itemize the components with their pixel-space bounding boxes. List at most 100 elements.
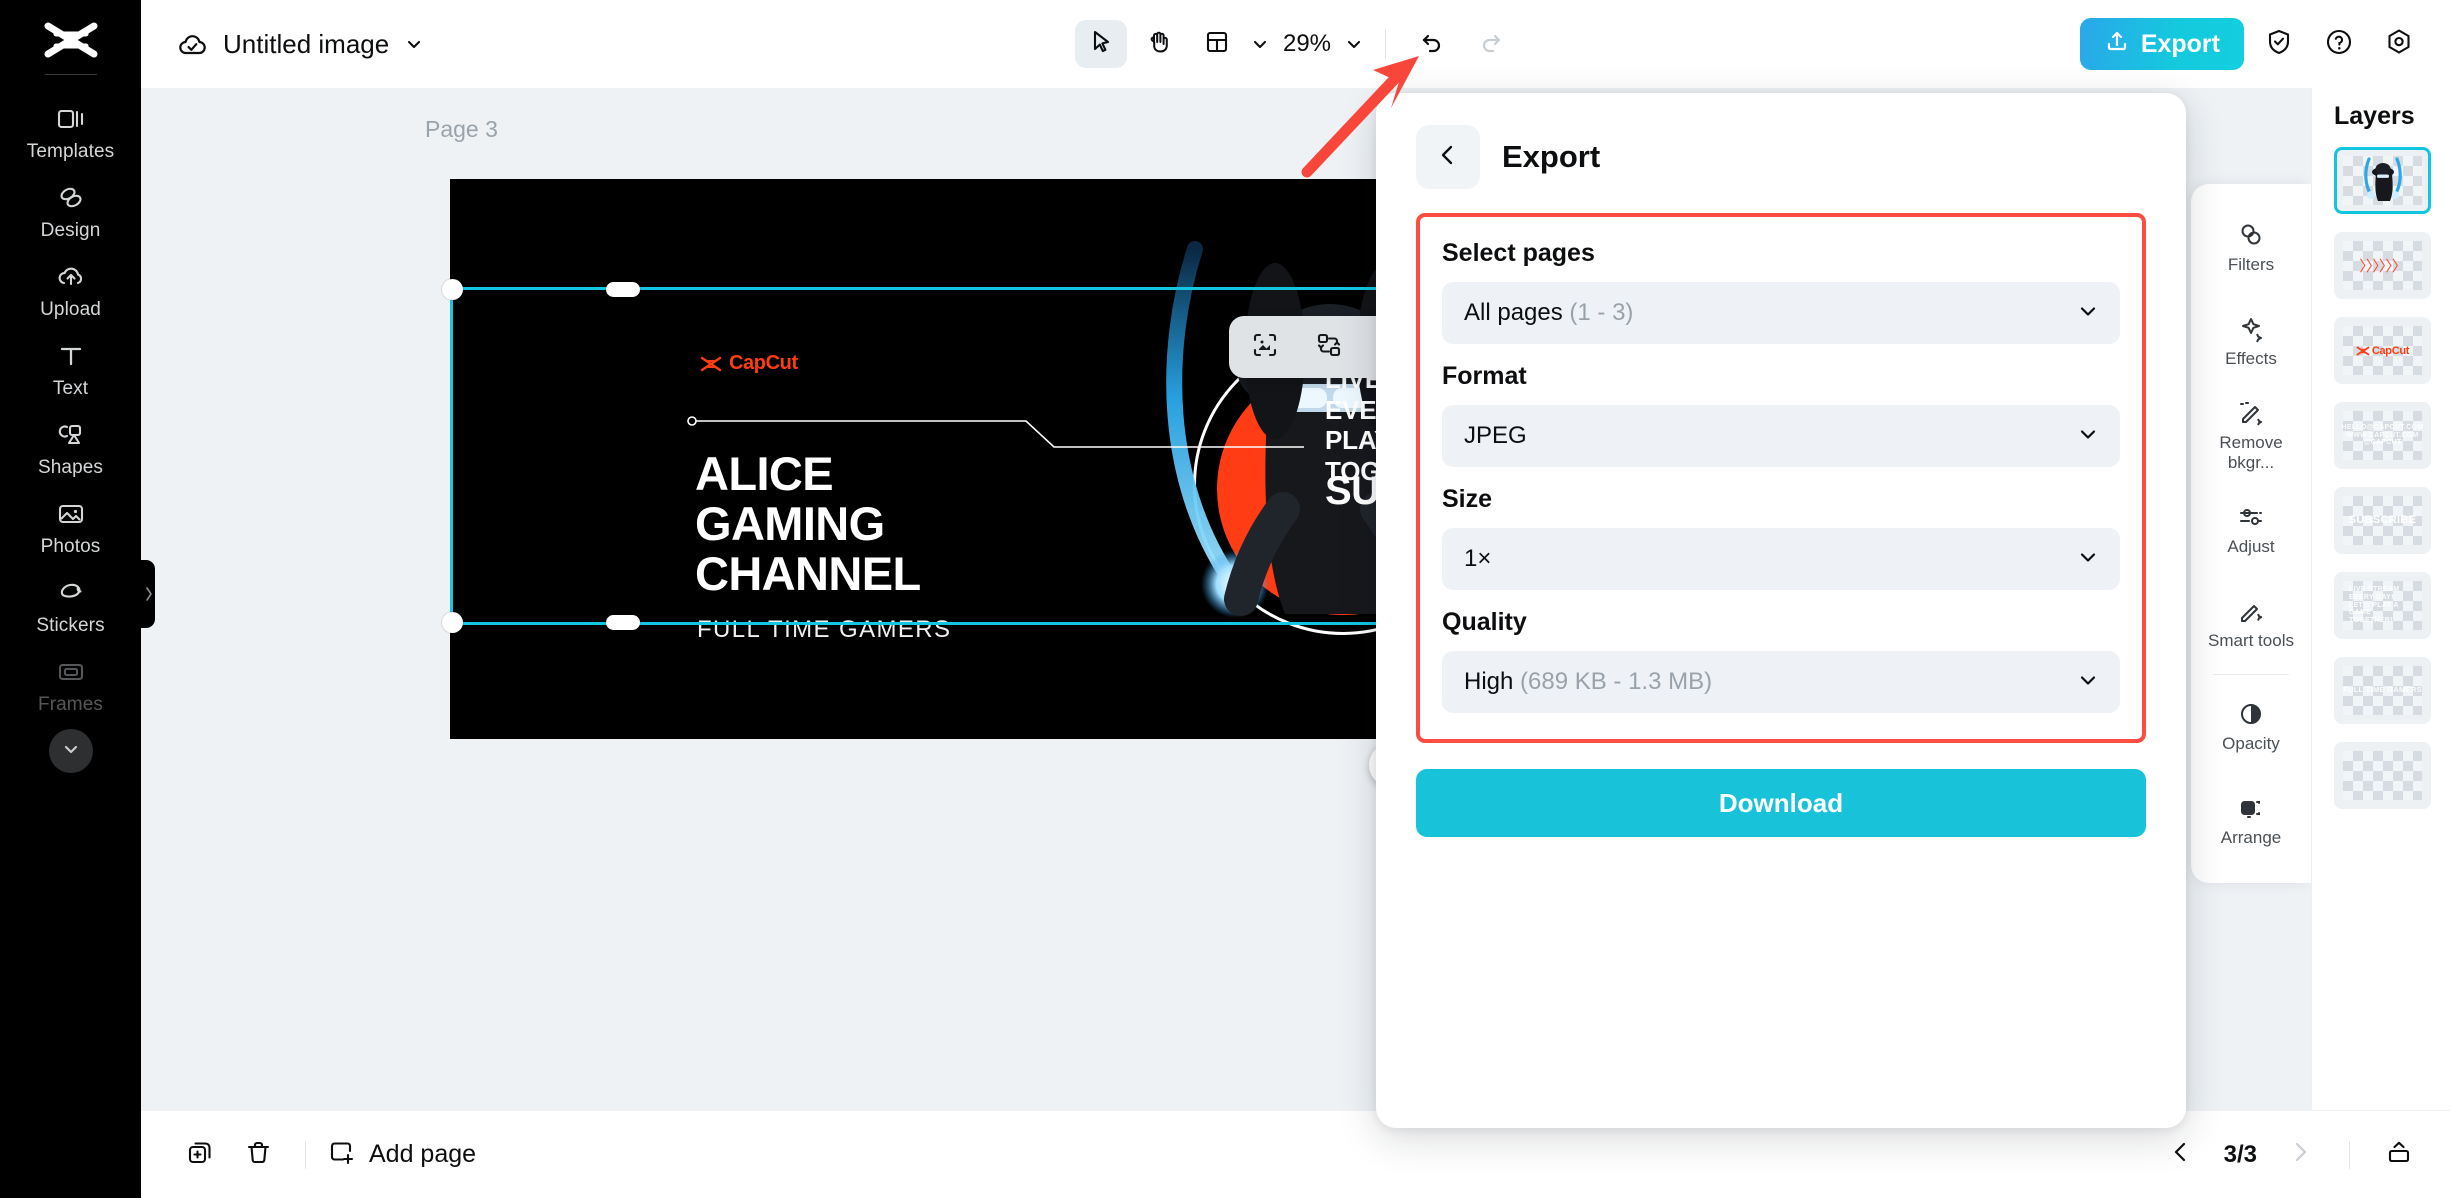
- capcut-logo-icon[interactable]: [41, 18, 101, 64]
- tool-label: Remove bkgr...: [2199, 433, 2303, 471]
- select-tool-button[interactable]: [1075, 20, 1127, 68]
- settings-button[interactable]: [2374, 19, 2424, 69]
- export-panel: Export Select pages All pages (1 - 3): [1376, 93, 2186, 1128]
- templates-icon: [54, 102, 88, 136]
- undo-button[interactable]: [1406, 20, 1458, 68]
- chevron-down-icon: [2076, 668, 2100, 697]
- tool-arrange[interactable]: Arrange: [2191, 773, 2311, 867]
- cursor-arrow-icon: [1087, 28, 1114, 60]
- sidebar-item-templates[interactable]: Templates: [0, 93, 141, 172]
- sidebar-label: Templates: [27, 141, 115, 163]
- cloud-saved-icon[interactable]: [175, 27, 209, 61]
- shield-check-button[interactable]: [2254, 19, 2304, 69]
- layer-item-subscribe[interactable]: SUBSCRIBE: [2334, 487, 2431, 554]
- layer-item-contact-text[interactable]: HELLO@CAPCUT.COM WWW.CAPCUT.COM @CAPCUT: [2334, 402, 2431, 469]
- chevron-down-icon[interactable]: [403, 33, 425, 55]
- page-counter: 3/3: [2216, 1141, 2265, 1169]
- page-label: Page 3: [425, 116, 498, 143]
- sidebar-item-design[interactable]: Design: [0, 172, 141, 251]
- chevron-down-icon: [2076, 299, 2100, 328]
- tool-effects[interactable]: Effects: [2191, 294, 2311, 388]
- sidebar-label: Stickers: [36, 615, 104, 637]
- left-sidebar: Templates Design Upload: [0, 0, 141, 1198]
- design-icon: [54, 181, 88, 215]
- hand-tool-button[interactable]: [1133, 20, 1185, 68]
- sidebar-item-photos[interactable]: Photos: [0, 488, 141, 567]
- tool-remove-background[interactable]: Remove bkgr...: [2191, 388, 2311, 482]
- resize-handle-top-left[interactable]: [442, 279, 463, 300]
- resize-handle-bottom[interactable]: [606, 615, 640, 630]
- previous-page-button[interactable]: [2156, 1130, 2206, 1180]
- export-options-highlight: Select pages All pages (1 - 3) Format: [1416, 213, 2146, 743]
- chevron-left-icon: [2168, 1139, 2194, 1170]
- next-page-button[interactable]: [2275, 1130, 2325, 1180]
- layer-item-capcut-logo[interactable]: CapCut: [2334, 317, 2431, 384]
- tool-label: Effects: [2225, 349, 2277, 368]
- redo-arrow-icon: [1477, 28, 1504, 60]
- tool-filters[interactable]: Filters: [2191, 200, 2311, 294]
- layer-item-full-time-gamers[interactable]: FULL TIME GAMERS: [2334, 657, 2431, 724]
- expand-pages-button[interactable]: [2374, 1130, 2424, 1180]
- arrange-icon: [2236, 793, 2266, 823]
- layer-thumbnail: SUBSCRIBE: [2343, 496, 2422, 545]
- format-dropdown[interactable]: JPEG: [1442, 405, 2120, 467]
- export-panel-header: Export: [1416, 125, 2146, 189]
- layer-item-red-chevrons[interactable]: 〉〉〉〉〉〉: [2334, 232, 2431, 299]
- export-back-button[interactable]: [1416, 125, 1480, 189]
- layer-item-extra[interactable]: [2334, 742, 2431, 809]
- sidebar-item-shapes[interactable]: Shapes: [0, 409, 141, 488]
- add-page-button[interactable]: Add page: [328, 1138, 484, 1172]
- format-value: JPEG: [1464, 422, 1527, 449]
- sidebar-item-stickers[interactable]: Stickers: [0, 567, 141, 646]
- layer-thumbnail: [2343, 156, 2422, 205]
- export-panel-title: Export: [1502, 139, 1600, 175]
- field-label: Size: [1442, 485, 2120, 514]
- zoom-chevron-down-icon[interactable]: [1343, 33, 1365, 55]
- undo-arrow-icon: [1419, 28, 1446, 60]
- field-size: Size 1×: [1442, 485, 2120, 590]
- delete-page-button[interactable]: [233, 1130, 283, 1180]
- layers-panel-title: Layers: [2312, 88, 2450, 131]
- quality-value: High: [1464, 668, 1513, 695]
- layout-grid-icon: [1204, 29, 1230, 60]
- tool-label: Smart tools: [2208, 631, 2294, 650]
- crop-image-button[interactable]: [1243, 325, 1287, 369]
- chevron-down-icon: [2076, 422, 2100, 451]
- crop-image-icon: [1251, 331, 1279, 364]
- tool-opacity[interactable]: Opacity: [2191, 679, 2311, 773]
- tool-smart-tools[interactable]: Smart tools: [2191, 576, 2311, 670]
- resize-handle-bottom-left[interactable]: [442, 612, 463, 633]
- sidebar-more-button[interactable]: [49, 729, 93, 773]
- resize-handle-top[interactable]: [606, 282, 640, 297]
- sidebar-item-frames[interactable]: Frames: [0, 646, 141, 725]
- capcut-logo-label: CapCut: [2372, 345, 2409, 357]
- bottom-divider: [305, 1141, 306, 1169]
- sidebar-item-text[interactable]: Text: [0, 330, 141, 409]
- zoom-level-value[interactable]: 29%: [1277, 30, 1337, 58]
- sidebar-collapse-handle[interactable]: [141, 560, 155, 628]
- tool-adjust[interactable]: Adjust: [2191, 482, 2311, 576]
- redo-button[interactable]: [1464, 20, 1516, 68]
- layer-item-live-stream[interactable]: LIVE STREAM EVERY DAY! LET'S PLAY A GAME…: [2334, 572, 2431, 639]
- download-button[interactable]: Download: [1416, 769, 2146, 837]
- select-pages-dropdown[interactable]: All pages (1 - 3): [1442, 282, 2120, 344]
- frames-icon: [54, 655, 88, 689]
- document-title[interactable]: Untitled image: [223, 29, 389, 60]
- quality-dropdown[interactable]: High (689 KB - 1.3 MB): [1442, 651, 2120, 713]
- layer-thumbnail: LIVE STREAM EVERY DAY! LET'S PLAY A GAME…: [2343, 581, 2422, 630]
- trash-icon: [244, 1138, 273, 1172]
- size-dropdown[interactable]: 1×: [1442, 528, 2120, 590]
- adjust-sliders-icon: [2236, 502, 2266, 532]
- layout-tool-button[interactable]: [1191, 20, 1243, 68]
- field-label: Quality: [1442, 608, 2120, 637]
- help-button[interactable]: [2314, 19, 2364, 69]
- layout-chevron-down-icon[interactable]: [1249, 33, 1271, 55]
- sidebar-item-upload[interactable]: Upload: [0, 251, 141, 330]
- field-select-pages: Select pages All pages (1 - 3): [1442, 239, 2120, 344]
- layer-thumbnail: CapCut: [2343, 326, 2422, 375]
- replace-button[interactable]: [1307, 325, 1351, 369]
- duplicate-page-button[interactable]: [175, 1130, 225, 1180]
- layer-item-gaming-character[interactable]: [2334, 147, 2431, 214]
- layer-text: FULL TIME GAMERS: [2343, 686, 2422, 694]
- export-button[interactable]: Export: [2080, 18, 2244, 70]
